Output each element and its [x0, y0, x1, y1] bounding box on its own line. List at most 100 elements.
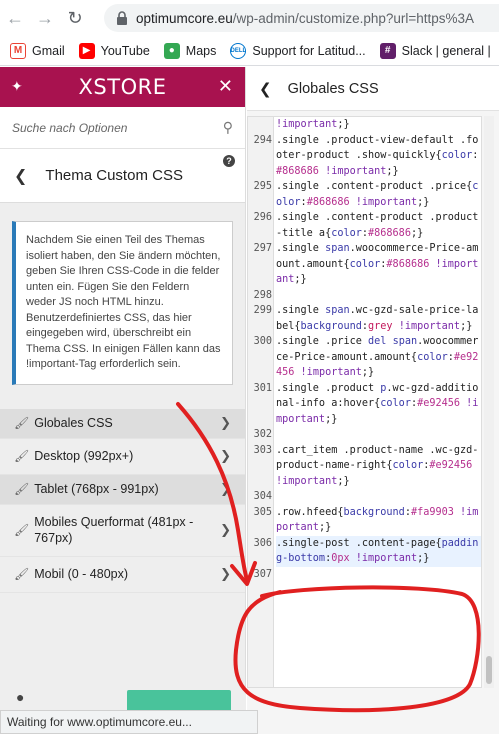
code-line[interactable]: 302 — [248, 427, 481, 443]
line-number: 306 — [253, 537, 272, 549]
options-search[interactable]: Suche nach Optionen ⚲ — [0, 107, 245, 149]
code-line[interactable]: 300 .single .price del span.woocommerce-P… — [248, 334, 481, 381]
chevron-right-icon: ❯ — [220, 415, 231, 430]
search-placeholder: Suche nach Optionen — [12, 120, 128, 135]
css-menu: 🖌 Globales CSS ❯ 🖌 Desktop (992px+) ❯ 🖌 … — [0, 408, 245, 593]
code-panel-header: ❮ Globales CSS — [247, 67, 499, 111]
chevron-right-icon: ❯ — [220, 481, 231, 496]
code-line[interactable]: 296 .single .content-product .product-tit… — [248, 210, 481, 241]
code-line[interactable]: 298 — [248, 288, 481, 304]
close-icon[interactable]: ✕ — [218, 76, 233, 97]
line-text — [276, 427, 481, 443]
line-number: 307 — [253, 568, 272, 580]
forward-arrow-icon[interactable]: → — [30, 8, 60, 29]
line-text: .single .content-product .product-title … — [276, 212, 479, 239]
bookmark-youtube[interactable]: ▶ YouTube — [78, 42, 150, 59]
line-text: !important;} — [276, 119, 350, 130]
scrollbar-thumb[interactable] — [486, 656, 492, 684]
line-number: 298 — [253, 289, 272, 301]
reload-icon[interactable]: ↻ — [60, 8, 90, 29]
menu-item-mobile[interactable]: 🖌 Mobil (0 - 480px) ❯ — [0, 557, 245, 593]
search-icon[interactable]: ⚲ — [223, 119, 233, 136]
menu-item-label: Mobil (0 - 480px) — [34, 567, 129, 581]
code-line[interactable]: 303 .cart_item .product-name .wc-gzd-prod… — [248, 443, 481, 490]
gmail-icon: M — [10, 42, 26, 59]
section-header: ❮ Thema Custom CSS ? — [0, 149, 245, 203]
menu-item-tablet[interactable]: 🖌 Tablet (768px - 991px) ❯ — [0, 474, 245, 505]
line-text: .single .content-product .price{color:#8… — [276, 181, 479, 208]
code-line[interactable]: 297 .single span.woocommerce-Price-amount… — [248, 241, 481, 288]
bookmarks-bar: M Gmail ▶ YouTube ● Maps DELL Support for La… — [0, 36, 499, 66]
brush-icon: 🖌 — [14, 523, 30, 537]
line-number: 299 — [253, 305, 272, 316]
code-line[interactable]: !important;} — [248, 117, 481, 133]
editor-scrollbar[interactable] — [484, 116, 494, 688]
user-icon[interactable]: ● — [16, 689, 24, 705]
url-path: /wp-admin/customize.php?url=https%3A — [232, 10, 475, 26]
section-description: Nachdem Sie einen Teil des Themas isolie… — [12, 221, 233, 385]
bookmark-label: Maps — [185, 43, 217, 58]
bookmark-gmail[interactable]: M Gmail — [10, 42, 65, 59]
line-text — [276, 288, 481, 304]
address-bar[interactable]: optimumcore.eu/wp-admin/customize.php?ur… — [104, 4, 499, 32]
code-line[interactable]: 305 .row.hfeed{background:#fa9903 !import… — [248, 505, 481, 536]
menu-item-label: Desktop (992px+) — [34, 449, 134, 463]
maps-icon: ● — [163, 42, 180, 59]
dell-icon: DELL — [230, 42, 247, 59]
back-arrow-icon[interactable]: ← — [0, 8, 30, 29]
menu-item-globales-css[interactable]: 🖌 Globales CSS ❯ — [0, 408, 245, 439]
line-number: 301 — [253, 382, 272, 394]
browser-toolbar: ← → ↻ optimumcore.eu/wp-admin/customize.… — [0, 0, 499, 36]
line-number: 305 — [253, 506, 272, 518]
bookmark-label: Gmail — [32, 43, 65, 58]
line-text: .cart_item .product-name .wc-gzd-product… — [276, 444, 479, 487]
customizer-sidebar: ✦ XSTORE ✕ Suche nach Optionen ⚲ ❮ Thema… — [0, 67, 246, 734]
line-number: 296 — [253, 212, 272, 223]
code-line[interactable]: 301 .single .product p.wc-gzd-additional-… — [248, 381, 481, 428]
line-text: .single .price del span.woocommerce-Pric… — [276, 336, 479, 378]
line-text: .single-post .content-page{padding-botto… — [276, 535, 481, 567]
bookmark-maps[interactable]: ● Maps — [163, 42, 217, 59]
code-line[interactable]: 295 .single .content-product .price{color… — [248, 179, 481, 210]
chevron-left-icon[interactable]: ❮ — [259, 80, 272, 98]
bookmark-slack[interactable]: # Slack | general | — [379, 42, 491, 59]
line-text — [276, 567, 481, 583]
slack-icon: # — [379, 42, 396, 59]
youtube-icon: ▶ — [78, 42, 95, 59]
lock-icon — [117, 11, 127, 25]
menu-item-mobile-landscape[interactable]: 🖌 Mobiles Querformat (481px - 767px) ❯ — [0, 505, 245, 557]
menu-item-label: Mobiles Querformat (481px - 767px) — [34, 515, 194, 545]
brush-icon: 🖌 — [14, 482, 30, 496]
line-text — [276, 489, 481, 505]
line-number: 294 — [253, 134, 272, 146]
line-number: 304 — [253, 491, 272, 502]
line-text: .single .product-view-default .footer-pr… — [276, 134, 479, 177]
line-number: 303 — [253, 444, 272, 456]
status-bar: Waiting for www.optimumcore.eu... — [0, 710, 258, 734]
bookmark-dell[interactable]: DELL Support for Latitud... — [230, 42, 366, 59]
code-line[interactable]: 307 — [248, 567, 481, 583]
code-line[interactable]: 306 .single-post .content-page{padding-bo… — [248, 535, 481, 567]
brush-icon: 🖌 — [14, 416, 30, 430]
code-line[interactable]: 304 — [248, 489, 481, 505]
css-editor[interactable]: !important;} 294 .single .product-view-def… — [247, 116, 482, 688]
code-panel-title: Globales CSS — [287, 80, 379, 97]
chevron-right-icon: ❯ — [220, 448, 231, 463]
line-number: 300 — [253, 336, 272, 347]
brand-header: ✦ XSTORE ✕ — [0, 67, 245, 107]
line-text: .single span.woocommerce-Price-amount.am… — [276, 243, 479, 285]
help-icon[interactable]: ? — [223, 155, 235, 167]
chevron-left-icon[interactable]: ❮ — [14, 166, 27, 186]
line-text: .row.hfeed{background:#fa9903 !important… — [276, 506, 479, 534]
code-line[interactable]: 299 .single span.wc-gzd-sale-price-label{… — [248, 303, 481, 334]
url-host: optimumcore.eu — [136, 10, 233, 26]
bookmark-label: Support for Latitud... — [252, 43, 366, 58]
code-line[interactable]: 294 .single .product-view-default .footer… — [248, 133, 481, 180]
chevron-right-icon: ❯ — [220, 566, 231, 581]
line-number: 297 — [253, 243, 272, 254]
line-text: .single span.wc-gzd-sale-price-label{bac… — [276, 305, 479, 332]
bookmark-label: Slack | general | — [401, 43, 491, 58]
code-panel: ❮ Globales CSS !important;} 294 .single .p… — [247, 67, 499, 734]
menu-item-desktop[interactable]: 🖌 Desktop (992px+) ❯ — [0, 439, 245, 475]
line-number: 302 — [253, 429, 272, 440]
